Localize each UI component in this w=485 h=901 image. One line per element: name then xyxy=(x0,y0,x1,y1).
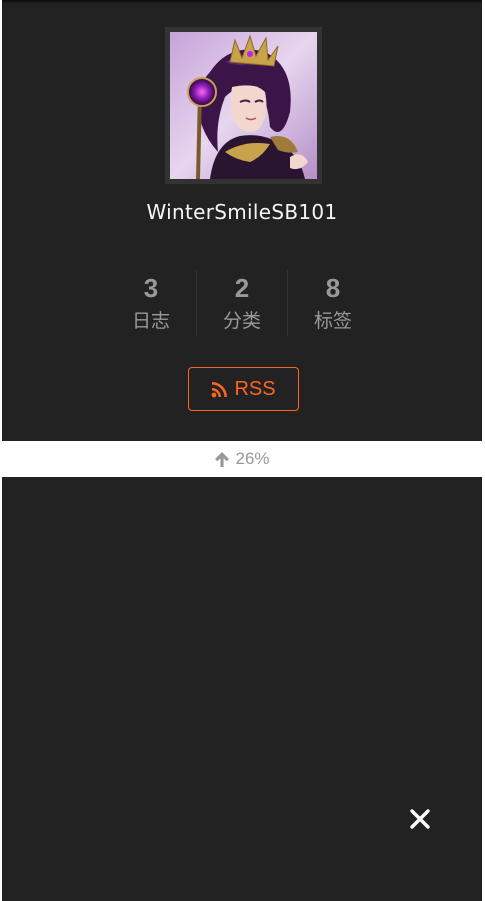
stat-categories[interactable]: 2 分类 xyxy=(196,270,287,336)
close-icon xyxy=(410,809,430,829)
avatar xyxy=(170,32,317,179)
author-name: WinterSmileSB101 xyxy=(146,200,338,224)
scroll-percent: 26% xyxy=(235,449,270,468)
stat-tags-count: 8 xyxy=(325,273,341,303)
rss-icon xyxy=(212,382,228,398)
stat-posts-count: 3 xyxy=(143,273,159,303)
rss-button[interactable]: RSS xyxy=(188,367,299,411)
stat-posts[interactable]: 3 日志 xyxy=(106,270,196,336)
back-to-top-button[interactable]: 26% xyxy=(2,441,482,477)
stat-categories-count: 2 xyxy=(234,273,250,303)
stat-categories-label: 分类 xyxy=(222,310,261,332)
stat-tags[interactable]: 8 标签 xyxy=(287,270,378,336)
rss-label: RSS xyxy=(234,377,276,400)
page-frame: WinterSmileSB101 3 日志 2 分类 8 标签 RSS 26% xyxy=(0,0,485,901)
site-stats: 3 日志 2 分类 8 标签 xyxy=(2,270,482,336)
arrow-up-icon xyxy=(215,451,230,467)
author-avatar-frame xyxy=(165,27,322,184)
stat-tags-label: 标签 xyxy=(313,310,352,332)
stat-posts-label: 日志 xyxy=(131,310,170,332)
close-sidebar-button[interactable] xyxy=(405,804,435,834)
